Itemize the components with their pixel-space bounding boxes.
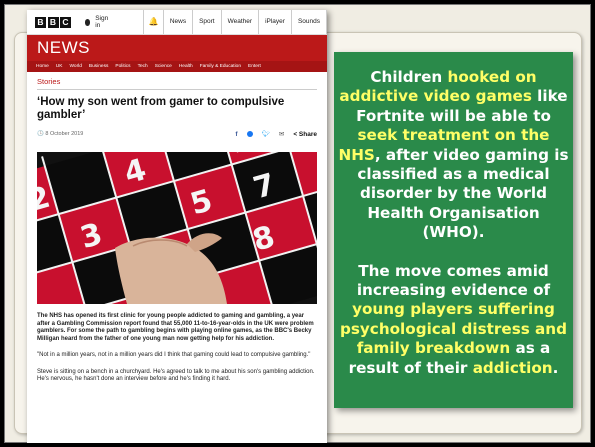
bbc-top-bar: BBC Sign in 🔔 News Sport Weather iPlayer… [27, 10, 327, 35]
callout-text-p1-0: Children [370, 68, 448, 86]
sub-nav-health[interactable]: Health [179, 64, 193, 69]
roulette-hand-photo: 2 4 1 3 5 7 6 8 [37, 152, 317, 304]
callout-text-p1-4: , after video gaming is classified as a … [357, 145, 569, 242]
messenger-icon[interactable] [246, 131, 253, 137]
sub-nav-uk[interactable]: UK [56, 64, 63, 69]
sub-nav-science[interactable]: Science [155, 64, 172, 69]
bbc-news-screenshot: BBC Sign in 🔔 News Sport Weather iPlayer… [27, 10, 327, 443]
article-meta: 🕒 8 October 2019 f 🐦︎ ✉ < Share [37, 130, 317, 139]
article-paragraph-2: "Not in a million years, not in a millio… [37, 352, 311, 358]
divider [37, 89, 317, 90]
twitter-icon[interactable]: 🐦︎ [262, 130, 270, 138]
share-tools: f 🐦︎ ✉ < Share [235, 130, 317, 139]
sub-nav-entertainment[interactable]: Entert [248, 64, 261, 69]
callout-paragraph-1: Children hooked on addictive video games… [337, 68, 570, 243]
highlighted-text-p2-3: addiction [472, 358, 553, 377]
top-nav-sport[interactable]: Sport [193, 10, 222, 34]
top-nav-news[interactable]: News [164, 10, 194, 34]
article-paragraph-1: The NHS has opened its first clinic for … [37, 313, 314, 342]
top-nav-sounds[interactable]: Sounds [292, 10, 327, 34]
news-sub-nav: Home UK World Business Politics Tech Sci… [27, 61, 327, 72]
sub-nav-politics[interactable]: Politics [115, 64, 130, 69]
sub-nav-home[interactable]: Home [36, 64, 49, 69]
sub-nav-family-education[interactable]: Family & Education [200, 64, 241, 69]
email-icon[interactable]: ✉ [279, 130, 284, 138]
callout-text-p2-4: . [552, 358, 559, 377]
summary-text-box: Children hooked on addictive video games… [334, 52, 573, 408]
sub-nav-tech[interactable]: Tech [138, 64, 148, 69]
breadcrumb-stories[interactable]: Stories [37, 77, 327, 86]
sub-nav-world[interactable]: World [69, 64, 81, 69]
user-icon [84, 18, 91, 26]
article-paragraph-3: Steve is sitting on a bench in a churchy… [37, 368, 315, 383]
share-button[interactable]: < Share [293, 131, 317, 138]
bbc-logo[interactable]: BBC [35, 16, 73, 28]
facebook-icon[interactable]: f [235, 131, 237, 138]
article-date: 🕒 8 October 2019 [37, 131, 84, 137]
notification-bell-icon[interactable]: 🔔 [144, 10, 164, 34]
slide: BBC Sign in 🔔 News Sport Weather iPlayer… [0, 0, 595, 447]
top-nav-weather[interactable]: Weather [222, 10, 260, 34]
sub-nav-business[interactable]: Business [89, 64, 108, 69]
callout-text-p2-0: The move comes amid increasing evidence … [356, 261, 551, 300]
news-section-title[interactable]: NEWS [27, 35, 327, 61]
top-nav-iplayer[interactable]: iPlayer [259, 10, 292, 34]
article-headline: ‘How my son went from gamer to compulsiv… [37, 96, 285, 121]
callout-paragraph-2: The move comes amid increasing evidence … [337, 262, 570, 378]
sign-in-link[interactable]: Sign in [84, 10, 145, 34]
